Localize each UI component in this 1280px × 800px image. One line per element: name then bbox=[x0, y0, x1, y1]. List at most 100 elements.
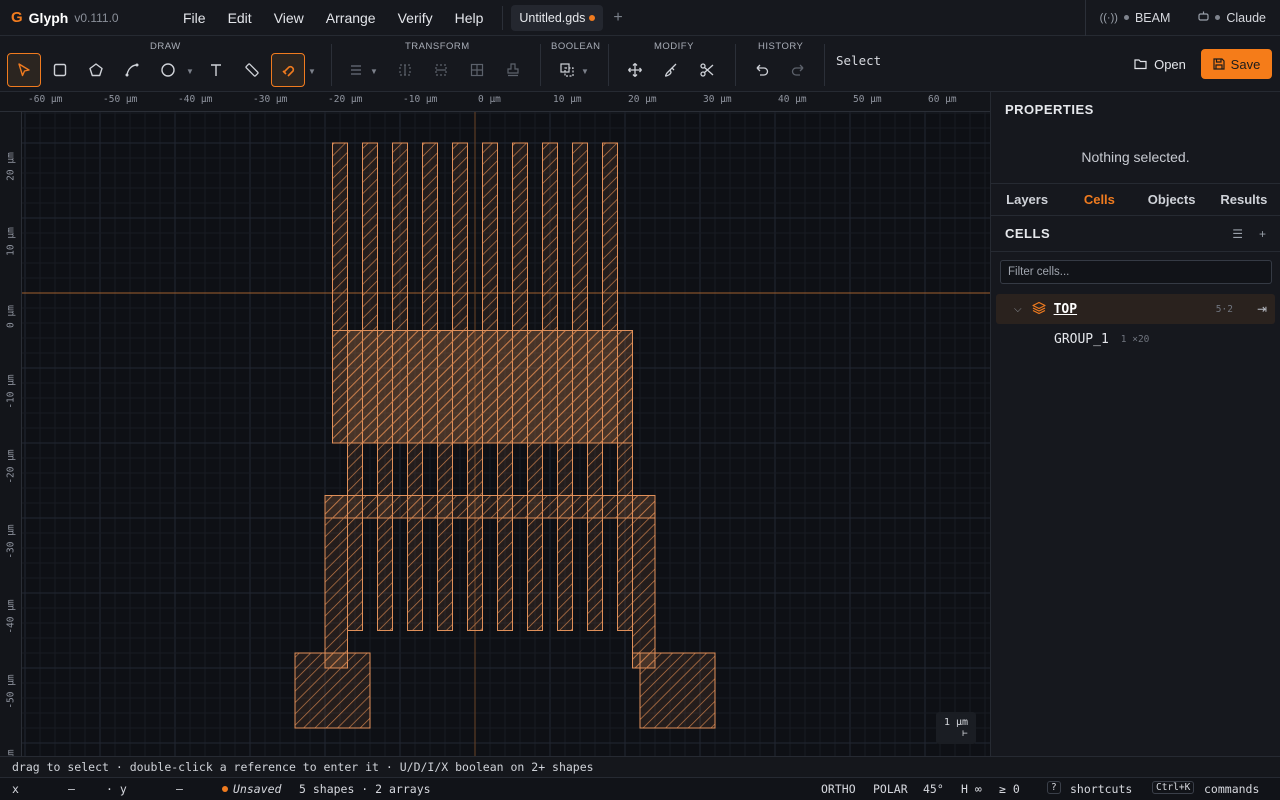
ruler-tick-label: -30 µm bbox=[5, 524, 17, 559]
chevron-down-icon[interactable]: ▼ bbox=[370, 67, 378, 76]
circle-tool-button[interactable] bbox=[151, 53, 185, 87]
menu-edit[interactable]: Edit bbox=[217, 10, 263, 26]
ruler-tick-label: 0 µm bbox=[478, 94, 501, 105]
redo-button[interactable] bbox=[781, 53, 815, 87]
menu-file[interactable]: File bbox=[172, 10, 217, 26]
undo-icon bbox=[756, 64, 769, 76]
pentagon-icon bbox=[89, 63, 103, 77]
cell-row-group[interactable]: GROUP_1 1 ×20 bbox=[991, 324, 1280, 354]
tree-view-icon[interactable]: ☰ bbox=[1232, 227, 1243, 241]
cut-button[interactable] bbox=[690, 53, 724, 87]
rectangle-tool-button[interactable] bbox=[43, 53, 77, 87]
open-button[interactable]: Open bbox=[1128, 49, 1192, 79]
filter-cells-input[interactable] bbox=[1000, 260, 1272, 284]
tab-results[interactable]: Results bbox=[1208, 192, 1280, 207]
snap-tool-button[interactable] bbox=[271, 53, 305, 87]
right-lead bbox=[632, 495, 656, 669]
ortho-toggle[interactable]: ORTHO bbox=[821, 782, 856, 796]
array-button[interactable] bbox=[460, 53, 494, 87]
path-tool-button[interactable] bbox=[115, 53, 149, 87]
enter-cell-icon[interactable]: ⇥ bbox=[1257, 302, 1267, 316]
scale-label: 1 µm bbox=[943, 717, 969, 728]
boolean-button[interactable] bbox=[550, 53, 584, 87]
commands-key[interactable]: Ctrl+K bbox=[1152, 781, 1195, 794]
cell-count: 5·2 bbox=[1215, 303, 1233, 315]
ruler-icon bbox=[245, 63, 259, 77]
shortcuts-key[interactable]: ? bbox=[1047, 781, 1061, 794]
ge-value: ≥ 0 bbox=[999, 782, 1020, 796]
menu-view[interactable]: View bbox=[263, 10, 315, 26]
divider bbox=[502, 5, 504, 30]
document-tab-label: Untitled.gds bbox=[519, 10, 586, 25]
hint-bar: drag to select · double-click a referenc… bbox=[0, 756, 1280, 778]
divider bbox=[735, 44, 736, 86]
tab-objects[interactable]: Objects bbox=[1136, 192, 1208, 207]
ruler-tick-label: 10 µm bbox=[553, 94, 582, 105]
distribute-button[interactable] bbox=[424, 53, 458, 87]
select-tool-button[interactable] bbox=[7, 53, 41, 87]
paint-button[interactable] bbox=[654, 53, 688, 87]
tab-cells[interactable]: Cells bbox=[1063, 192, 1135, 207]
right-pad bbox=[639, 652, 716, 729]
canvas-grid bbox=[9, 97, 990, 756]
chevron-down-icon[interactable]: ▼ bbox=[186, 67, 194, 76]
ruler-tick-label: 20 µm bbox=[628, 94, 657, 105]
divider bbox=[824, 44, 825, 86]
menu-help[interactable]: Help bbox=[444, 10, 495, 26]
menu-arrange[interactable]: Arrange bbox=[315, 10, 387, 26]
beam-label: BEAM bbox=[1134, 10, 1171, 25]
open-label: Open bbox=[1154, 56, 1186, 72]
layout-canvas[interactable]: -60 µm -50 µm -40 µm -30 µm -20 µm -10 µm 0 µm… bbox=[0, 92, 990, 756]
add-cell-icon[interactable]: + bbox=[1259, 227, 1266, 241]
divider bbox=[331, 44, 332, 86]
polar-toggle[interactable]: POLAR bbox=[873, 782, 908, 796]
redo-icon bbox=[791, 64, 804, 76]
text-icon bbox=[211, 64, 221, 76]
save-button[interactable]: Save bbox=[1201, 49, 1272, 79]
ruler-vertical: 20 µm 10 µm 0 µm -10 µm -20 µm -30 µm -40 µm -5… bbox=[0, 112, 22, 756]
shortcuts-label[interactable]: shortcuts bbox=[1070, 782, 1132, 796]
scale-indicator: 1 µm ⊢ bbox=[936, 712, 976, 744]
ruler-tick-label: -60 µm bbox=[28, 94, 63, 105]
measure-tool-button[interactable] bbox=[235, 53, 269, 87]
chevron-down-icon[interactable]: ▼ bbox=[581, 67, 589, 76]
ruler-tick-label: 0 µm bbox=[5, 305, 17, 328]
flip-button[interactable] bbox=[388, 53, 422, 87]
divider bbox=[608, 44, 609, 86]
app-logo: G Glyph v0.111.0 bbox=[11, 9, 161, 26]
angle-value[interactable]: 45° bbox=[923, 782, 944, 796]
stamp-button[interactable] bbox=[496, 53, 530, 87]
menu-verify[interactable]: Verify bbox=[387, 10, 444, 26]
undo-button[interactable] bbox=[745, 53, 779, 87]
ruler-tick-label: -50 µm bbox=[103, 94, 138, 105]
chevron-down-icon[interactable]: ⌵ bbox=[1014, 304, 1022, 315]
text-tool-button[interactable] bbox=[199, 53, 233, 87]
left-lead bbox=[324, 495, 348, 669]
commands-label[interactable]: commands bbox=[1204, 782, 1259, 796]
claude-status[interactable]: Claude bbox=[1184, 11, 1280, 25]
cells-title: CELLS bbox=[1005, 226, 1051, 241]
panel-tabs: Layers Cells Objects Results bbox=[991, 184, 1280, 216]
cells-header: CELLS ☰ + bbox=[991, 216, 1280, 252]
stamp-icon bbox=[507, 63, 519, 77]
x-label: x bbox=[12, 782, 19, 796]
chevron-down-icon[interactable]: ▼ bbox=[308, 67, 316, 76]
unsaved-dot bbox=[222, 786, 228, 792]
move-button[interactable] bbox=[618, 53, 652, 87]
mode-label: Select bbox=[836, 53, 882, 68]
beam-status[interactable]: ((·)) BEAM bbox=[1086, 11, 1185, 25]
add-tab-icon[interactable]: + bbox=[613, 9, 622, 27]
align-button[interactable] bbox=[339, 53, 373, 87]
ruler-tick-label: -40 µm bbox=[178, 94, 213, 105]
claude-label: Claude bbox=[1226, 10, 1266, 25]
document-tab[interactable]: Untitled.gds bbox=[511, 4, 604, 31]
cell-row-top[interactable]: ⌵ TOP 5·2 ⇥ bbox=[996, 294, 1275, 324]
magnet-icon bbox=[282, 65, 295, 77]
x-value: — bbox=[68, 782, 75, 796]
tab-layers[interactable]: Layers bbox=[991, 192, 1063, 207]
polygon-tool-button[interactable] bbox=[79, 53, 113, 87]
ruler-tick-label: 20 µm bbox=[5, 152, 17, 181]
y-value: — bbox=[176, 782, 183, 796]
ruler-tick-label: -20 µm bbox=[328, 94, 363, 105]
group-label-transform: TRANSFORM bbox=[405, 41, 470, 52]
